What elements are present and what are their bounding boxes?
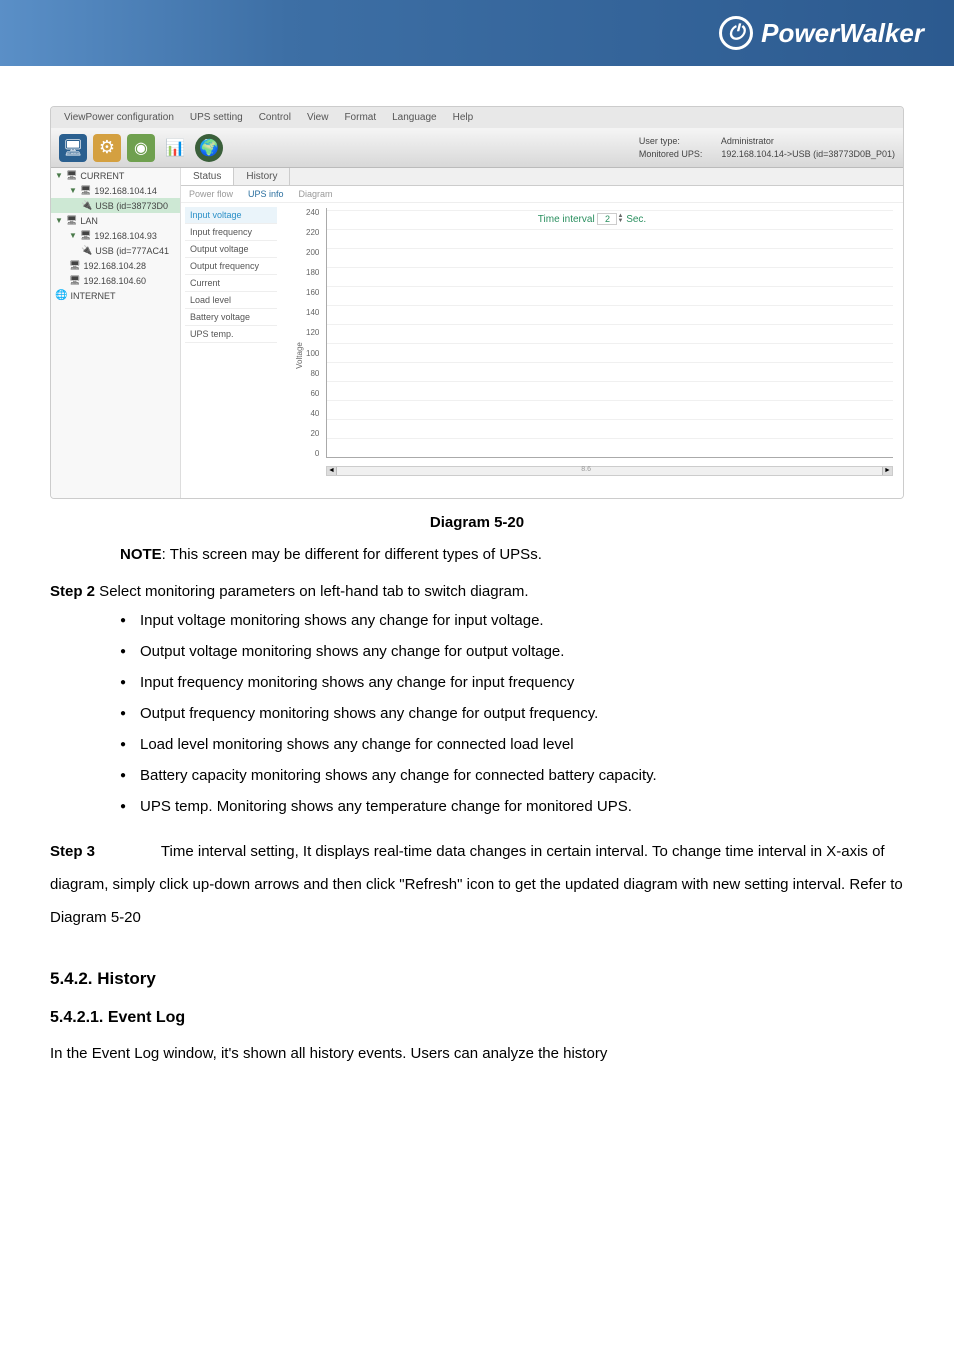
globe-icon: 🌐 [55, 290, 67, 301]
header-info: User type: Administrator Monitored UPS: … [639, 135, 895, 160]
app-screenshot: ViewPower configuration UPS setting Cont… [50, 106, 904, 499]
brand-logo: ⏻ PowerWalker [719, 16, 924, 50]
subtab-diagram[interactable]: Diagram [299, 189, 333, 199]
chart-scrollbar[interactable]: ◄ 8.6 ► [326, 466, 893, 476]
app-toolbar: 🖥 ⚙ ◉ 📊 🌍 User type: Administrator Monit… [51, 128, 903, 168]
y-axis-ticks: 240220200180160140120100806040200 [306, 208, 319, 458]
monitored-value: 192.168.104.14->USB (id=38773D0B_P01) [721, 149, 895, 159]
bullet-item: Load level monitoring shows any change f… [120, 736, 904, 753]
param-output-voltage[interactable]: Output voltage [185, 241, 277, 258]
main-tabs: Status History [181, 168, 903, 186]
user-type-label: User type: [639, 135, 719, 148]
tree-internet[interactable]: 🌐 INTERNET [51, 288, 180, 303]
tree-ip-1[interactable]: ▼🖥 192.168.104.14 [51, 183, 180, 198]
param-battery-voltage[interactable]: Battery voltage [185, 309, 277, 326]
param-output-frequency[interactable]: Output frequency [185, 258, 277, 275]
globe-icon[interactable]: 🌍 [195, 134, 223, 162]
subtab-powerflow[interactable]: Power flow [189, 189, 233, 199]
chevron-down-icon: ▼ [69, 231, 77, 240]
param-input-voltage[interactable]: Input voltage [185, 207, 277, 224]
monitored-label: Monitored UPS: [639, 148, 719, 161]
brand-banner: ⏻ PowerWalker [0, 0, 954, 66]
menu-view[interactable]: View [299, 110, 337, 125]
bullet-item: Battery capacity monitoring shows any ch… [120, 767, 904, 784]
tab-history[interactable]: History [234, 168, 290, 185]
tree-ip-3[interactable]: 🖥 192.168.104.28 [51, 258, 180, 273]
bullet-item: Output voltage monitoring shows any chan… [120, 643, 904, 660]
status-icon[interactable]: ◉ [127, 134, 155, 162]
device-tree: ▼🖥 CURRENT ▼🖥 192.168.104.14 🔌 USB (id=3… [51, 168, 181, 498]
chart-area: Voltage 24022020018016014012010080604020… [281, 203, 903, 498]
note-text: NOTE: This screen may be different for d… [120, 546, 904, 563]
menu-language[interactable]: Language [384, 110, 445, 125]
param-current[interactable]: Current [185, 275, 277, 292]
parameter-list: Input voltage Input frequency Output vol… [181, 203, 281, 498]
scroll-left-icon[interactable]: ◄ [327, 467, 337, 475]
subtab-upsinfo[interactable]: UPS info [248, 189, 284, 199]
event-log-paragraph: In the Event Log window, it's shown all … [50, 1042, 904, 1066]
bullet-item: UPS temp. Monitoring shows any temperatu… [120, 798, 904, 815]
menu-format[interactable]: Format [336, 110, 384, 125]
app-menubar: ViewPower configuration UPS setting Cont… [51, 107, 903, 128]
tree-ip-4[interactable]: 🖥 192.168.104.60 [51, 273, 180, 288]
param-input-frequency[interactable]: Input frequency [185, 224, 277, 241]
sub-tabs: Power flow UPS info Diagram [181, 186, 903, 203]
x-axis-tick: 8.6 [581, 466, 591, 473]
menu-help[interactable]: Help [445, 110, 482, 125]
plot-canvas [326, 208, 893, 458]
step-3: Step 3 Time interval setting, It display… [50, 835, 904, 934]
menu-ups-setting[interactable]: UPS setting [182, 110, 251, 125]
chevron-down-icon: ▼ [55, 216, 63, 225]
power-icon: ⏻ [719, 16, 753, 50]
tree-usb-1[interactable]: 🔌 USB (id=38773D0 [51, 198, 180, 213]
chevron-down-icon: ▼ [69, 186, 77, 195]
user-type-value: Administrator [721, 136, 774, 146]
brand-text: PowerWalker [761, 18, 924, 49]
bullet-list: Input voltage monitoring shows any chang… [120, 612, 904, 815]
chart-icon[interactable]: 📊 [161, 134, 189, 162]
monitor-icon[interactable]: 🖥 [59, 134, 87, 162]
step-2: Step 2 Select monitoring parameters on l… [50, 583, 904, 600]
bullet-item: Input frequency monitoring shows any cha… [120, 674, 904, 691]
bullet-item: Output frequency monitoring shows any ch… [120, 705, 904, 722]
bullet-item: Input voltage monitoring shows any chang… [120, 612, 904, 629]
section-event-log: 5.4.2.1. Event Log [50, 1009, 904, 1027]
tree-usb-2[interactable]: 🔌 USB (id=777AC41 [51, 243, 180, 258]
gear-icon[interactable]: ⚙ [93, 134, 121, 162]
param-load-level[interactable]: Load level [185, 292, 277, 309]
y-axis-label: Voltage [295, 342, 304, 369]
menu-configuration[interactable]: ViewPower configuration [56, 110, 182, 125]
param-ups-temp[interactable]: UPS temp. [185, 326, 277, 343]
tree-ip-2[interactable]: ▼🖥 192.168.104.93 [51, 228, 180, 243]
tree-current[interactable]: ▼🖥 CURRENT [51, 168, 180, 183]
section-history: 5.4.2. History [50, 969, 904, 989]
chevron-down-icon: ▼ [55, 171, 63, 180]
menu-control[interactable]: Control [251, 110, 299, 125]
tree-lan[interactable]: ▼🖥 LAN [51, 213, 180, 228]
scroll-right-icon[interactable]: ► [882, 467, 892, 475]
tab-status[interactable]: Status [181, 168, 234, 185]
figure-caption: Diagram 5-20 [50, 514, 904, 531]
